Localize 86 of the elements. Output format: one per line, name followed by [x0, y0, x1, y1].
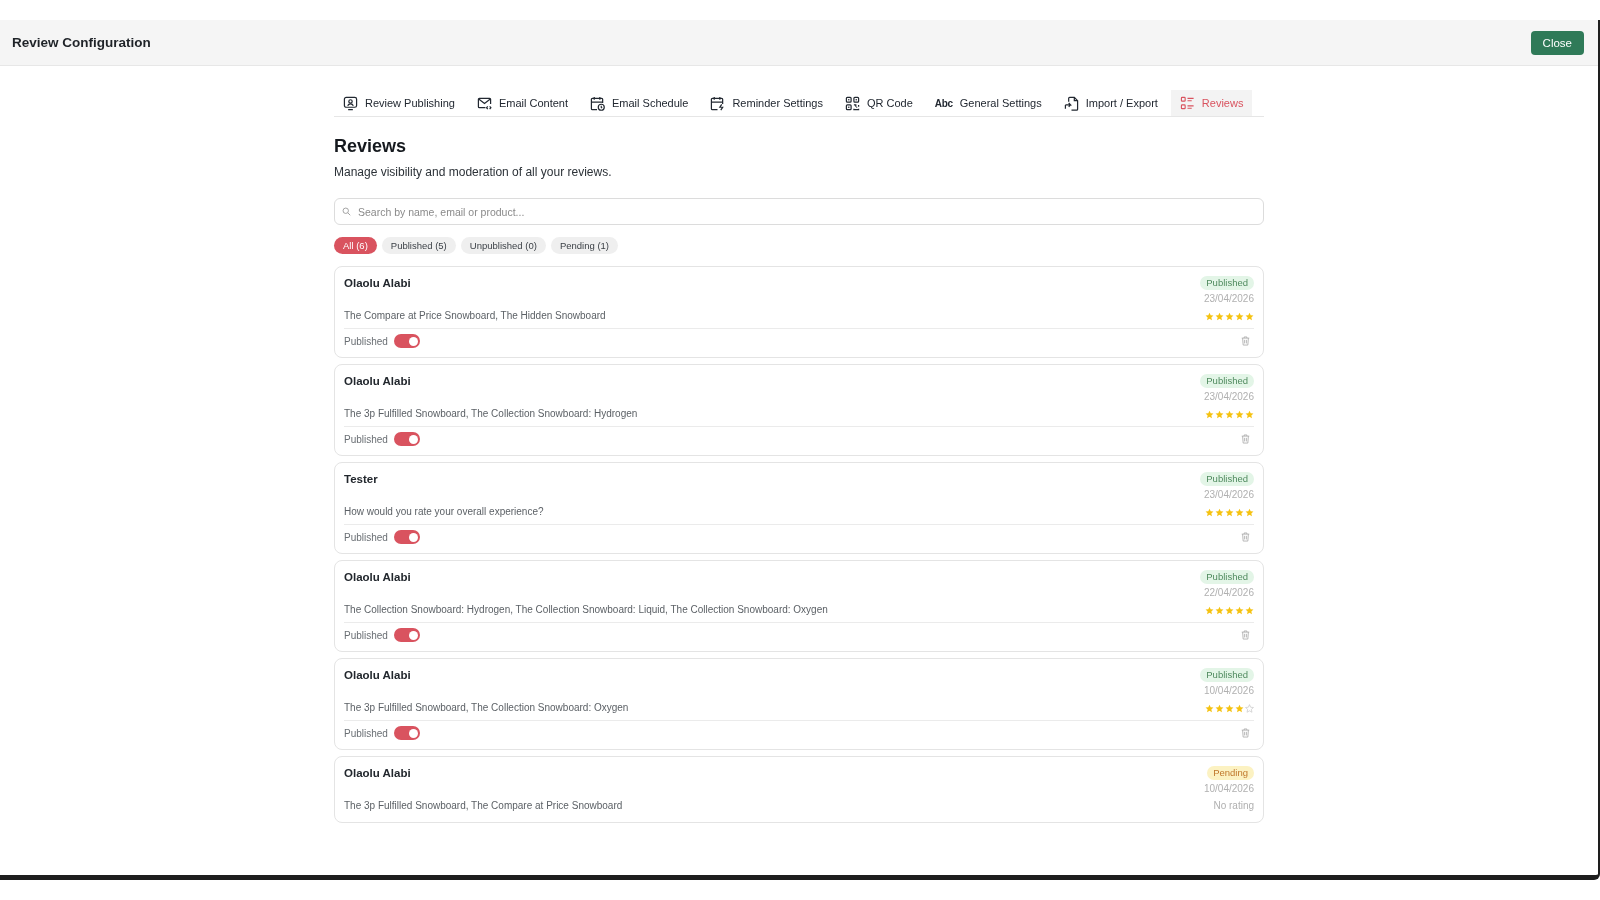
- list-icon: [1179, 95, 1195, 111]
- star-icon: [1215, 409, 1224, 419]
- file-arrow-icon: [1063, 95, 1079, 111]
- star-icon: [1235, 507, 1244, 517]
- star-icon: [1245, 605, 1254, 615]
- status-badge: Published: [1200, 276, 1254, 290]
- star-icon: [1205, 311, 1214, 321]
- product-list: How would you rate your overall experience?: [344, 505, 544, 519]
- publish-toggle[interactable]: [393, 530, 420, 544]
- close-button[interactable]: Close: [1530, 30, 1584, 55]
- star-icon: [1215, 703, 1224, 713]
- filter-chip[interactable]: Published (5): [381, 237, 456, 254]
- toggle-label: Published: [344, 433, 388, 445]
- star-icon: [1245, 311, 1254, 321]
- filter-chip[interactable]: Unpublished (0): [460, 237, 546, 254]
- star-icon: [1225, 703, 1234, 713]
- product-list: The Compare at Price Snowboard, The Hidden Snowboard: [344, 309, 606, 323]
- star-icon: [1235, 311, 1244, 321]
- review-date: 10/04/2026: [1203, 782, 1254, 796]
- rating-text: No rating: [1213, 799, 1254, 813]
- star-icon: [1215, 311, 1224, 321]
- tab[interactable]: Email Schedule: [581, 90, 698, 116]
- reviewer-name: Olaolu Alabi: [344, 374, 411, 388]
- star-icon: [1205, 703, 1214, 713]
- product-list: The 3p Fulfilled Snowboard, The Compare at Price Snowboard: [344, 799, 623, 813]
- envelope-icon: [476, 95, 492, 111]
- abc-glyph-icon: Abc: [934, 97, 953, 109]
- reviewer-name: Olaolu Alabi: [344, 276, 411, 290]
- tab[interactable]: Import / Export: [1054, 90, 1167, 116]
- tab[interactable]: Reminder Settings: [701, 90, 832, 116]
- toggle-label: Published: [344, 727, 388, 739]
- star-icon: [1245, 409, 1254, 419]
- status-badge: Published: [1200, 668, 1254, 682]
- qr-code-icon: [844, 95, 860, 111]
- publish-toggle[interactable]: [393, 726, 420, 740]
- toggle-label: Published: [344, 629, 388, 641]
- filter-chip[interactable]: All (6): [334, 237, 377, 254]
- calendar-clock-icon: [590, 95, 605, 111]
- star-icon: [1215, 605, 1224, 615]
- product-list: The Collection Snowboard: Hydrogen, The Collection Snowboard: Liquid, The Collection Snowboard: Oxygen: [344, 603, 828, 617]
- star-icon: [1215, 507, 1224, 517]
- status-badge: Published: [1200, 472, 1254, 486]
- tab[interactable]: Email Content: [467, 90, 577, 116]
- review-date: 10/04/2026: [1203, 684, 1254, 698]
- status-badge: Published: [1200, 570, 1254, 584]
- publish-toggle[interactable]: [393, 334, 420, 348]
- calendar-bolt-icon: [710, 95, 726, 111]
- toggle-label: Published: [344, 335, 388, 347]
- star-icon: [1235, 605, 1244, 615]
- star-icon: [1235, 409, 1244, 419]
- star-icon: [1225, 507, 1234, 517]
- review-date: 23/04/2026: [1203, 390, 1254, 404]
- star-icon: [1235, 703, 1244, 713]
- search-icon: [342, 207, 351, 216]
- filter-chip[interactable]: Pending (1): [550, 237, 618, 254]
- product-list: The 3p Fulfilled Snowboard, The Collection Snowboard: Oxygen: [344, 701, 629, 715]
- star-icon: [1225, 605, 1234, 615]
- tab[interactable]: Abc General Settings: [925, 90, 1051, 116]
- page-subtitle: Manage visibility and moderation of all your reviews.: [334, 164, 613, 180]
- reviewer-name: Olaolu Alabi: [344, 668, 411, 682]
- reviewer-name: Tester: [344, 472, 378, 486]
- status-badge: Published: [1200, 374, 1254, 388]
- reviewer-name: Olaolu Alabi: [344, 766, 411, 780]
- publish-toggle[interactable]: [393, 432, 420, 446]
- star-outline-icon: [1245, 703, 1254, 713]
- reviewer-name: Olaolu Alabi: [344, 570, 411, 584]
- star-icon: [1245, 507, 1254, 517]
- tab[interactable]: Reviews: [1170, 90, 1253, 116]
- tab[interactable]: QR Code: [835, 90, 922, 116]
- status-badge: Pending: [1207, 766, 1254, 780]
- star-icon: [1225, 311, 1234, 321]
- person-frame-icon: [343, 95, 358, 111]
- page-title: Reviews: [334, 135, 408, 157]
- search-field[interactable]: Search by name, email or product...: [334, 198, 1264, 225]
- review-date: 23/04/2026: [1203, 488, 1254, 502]
- star-icon: [1225, 409, 1234, 419]
- toggle-label: Published: [344, 531, 388, 543]
- star-icon: [1205, 507, 1214, 517]
- star-icon: [1205, 605, 1214, 615]
- product-list: The 3p Fulfilled Snowboard, The Collection Snowboard: Hydrogen: [344, 407, 638, 421]
- dialog-title: Review Configuration: [12, 35, 151, 50]
- review-date: 22/04/2026: [1203, 586, 1254, 600]
- publish-toggle[interactable]: [393, 628, 420, 642]
- review-date: 23/04/2026: [1203, 292, 1254, 306]
- star-icon: [1205, 409, 1214, 419]
- tab[interactable]: Review Publishing: [334, 90, 464, 116]
